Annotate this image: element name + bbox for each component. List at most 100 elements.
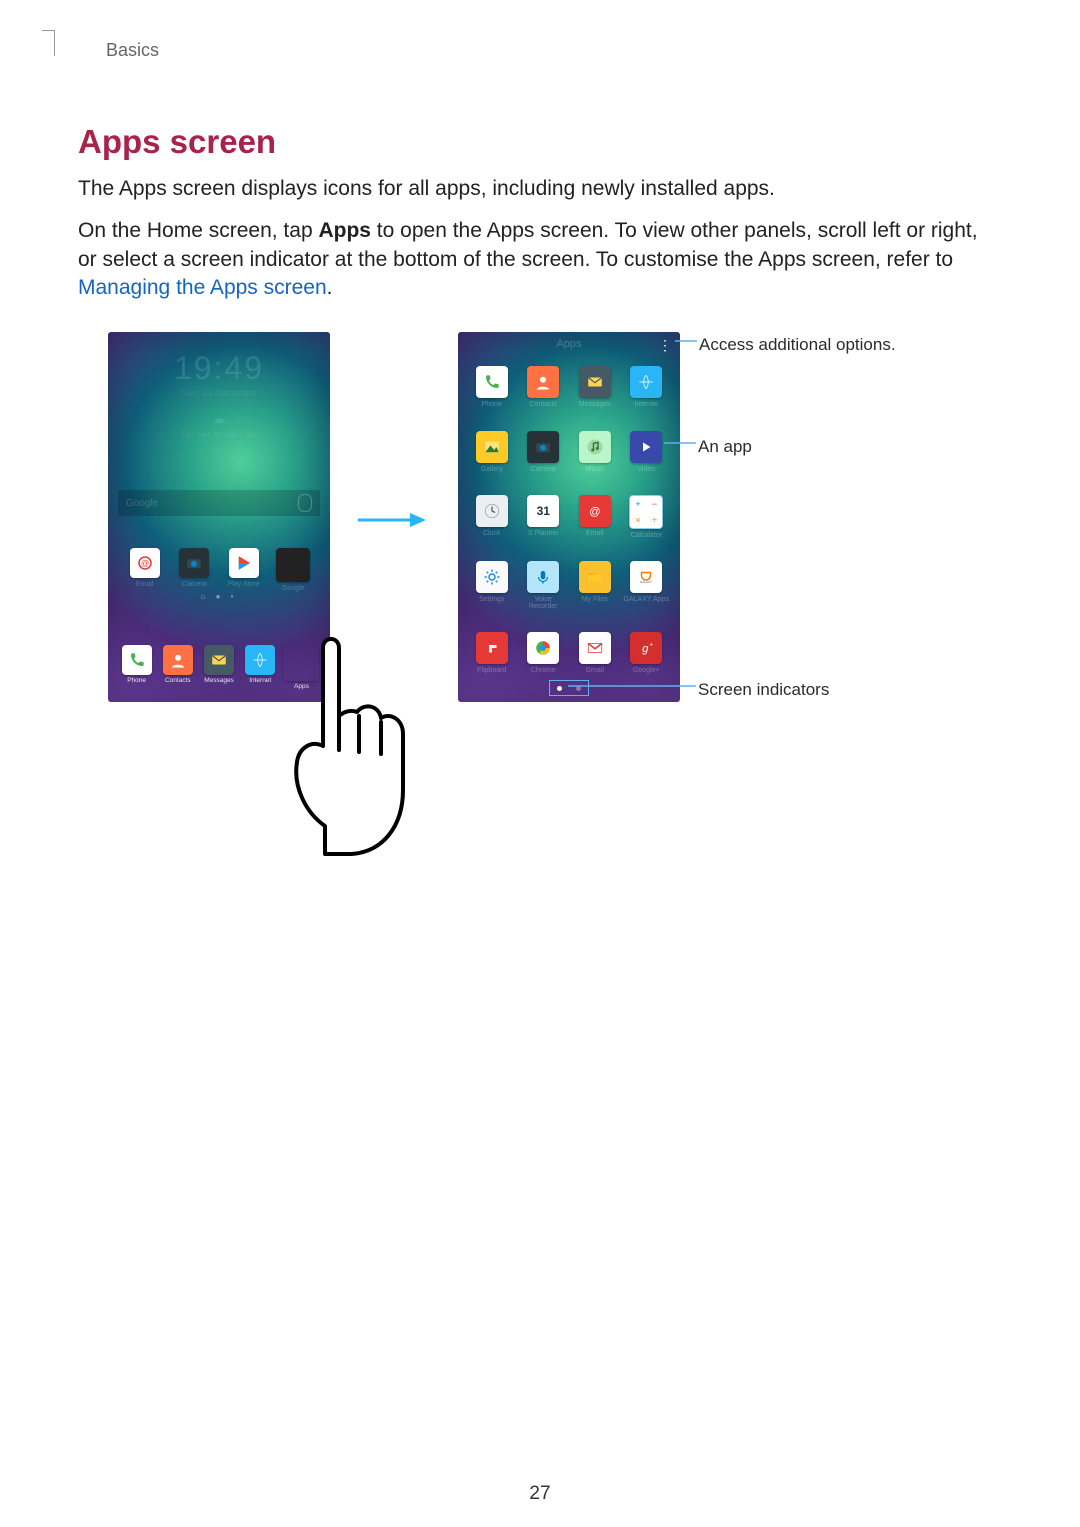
app-play-store[interactable]: Play Store [223, 548, 265, 592]
app-label: My Files [582, 596, 608, 603]
gmail-icon [579, 632, 611, 664]
google-folder-icon [276, 548, 310, 582]
chrome-icon [527, 632, 559, 664]
app-google-plus[interactable]: g+ Google+ [623, 632, 669, 674]
apps-row: Clock 31S Planner @ Email +−×÷ Calculator [466, 495, 672, 539]
app-label: Video [637, 466, 655, 473]
calculator-icon: +−×÷ [629, 495, 663, 529]
app-my-files[interactable]: My Files [572, 561, 618, 610]
app-phone[interactable]: Phone [469, 366, 515, 408]
home-page-indicators[interactable]: ⌂ ● • [108, 592, 330, 601]
app-label: Google+ [633, 667, 660, 674]
indicator-dot [557, 686, 562, 691]
app-camera[interactable]: Camera [520, 431, 566, 473]
app-settings[interactable]: Settings [469, 561, 515, 610]
app-label: Camera [531, 466, 556, 473]
app-calculator[interactable]: +−×÷ Calculator [623, 495, 669, 539]
date-text: Sun, 21 December [108, 388, 330, 398]
gallery-icon [476, 431, 508, 463]
app-label: Email [136, 581, 154, 588]
callout-text: Screen indicators [698, 679, 829, 700]
voice-recorder-icon [527, 561, 559, 593]
internet-icon [245, 645, 275, 675]
app-label: Music [586, 466, 604, 473]
section-heading: Apps screen [78, 123, 1002, 161]
dock-messages[interactable]: Messages [198, 645, 239, 691]
app-email[interactable]: @ Email [572, 495, 618, 539]
app-chrome[interactable]: Chrome [520, 632, 566, 674]
app-google-folder[interactable]: Google [272, 548, 314, 592]
dock-contacts[interactable]: Contacts [157, 645, 198, 691]
callout-additional-options: Access additional options. [675, 334, 975, 355]
app-label: Camera [182, 581, 207, 588]
phone-icon [122, 645, 152, 675]
app-internet[interactable]: Internet [623, 366, 669, 408]
play-store-icon [229, 548, 259, 578]
app-label: Google [282, 585, 305, 592]
svg-text:@: @ [141, 559, 149, 568]
contacts-icon [163, 645, 193, 675]
music-icon [579, 431, 611, 463]
leader-line [568, 679, 698, 693]
internet-icon [630, 366, 662, 398]
app-label: Email [586, 530, 604, 537]
link-managing-apps-screen[interactable]: Managing the Apps screen [78, 276, 327, 299]
email-icon: @ [579, 495, 611, 527]
app-label: Gmail [586, 667, 604, 674]
search-placeholder: Google [126, 498, 298, 509]
messages-icon [579, 366, 611, 398]
app-label: Internet [249, 678, 271, 685]
app-voice-recorder[interactable]: Voice Recorder [520, 561, 566, 610]
app-label: Contacts [529, 401, 557, 408]
leader-line [675, 334, 699, 348]
galaxy-apps-icon: GALAXY [630, 561, 662, 593]
app-gmail[interactable]: Gmail [572, 632, 618, 674]
app-label: Calculator [630, 532, 662, 539]
app-label: Flipboard [477, 667, 506, 674]
app-flipboard[interactable]: Flipboard [469, 632, 515, 674]
dock-phone[interactable]: Phone [116, 645, 157, 691]
video-icon [630, 431, 662, 463]
app-label: S Planner [528, 530, 559, 537]
app-s-planner[interactable]: 31S Planner [520, 495, 566, 539]
app-label: Messages [204, 678, 234, 685]
p2-part-a: On the Home screen, tap [78, 219, 318, 242]
app-label: Play Store [228, 581, 260, 588]
app-email[interactable]: @ Email [124, 548, 166, 592]
app-label: Clock [483, 530, 501, 537]
app-label: Gallery [481, 466, 503, 473]
apps-row: Phone Contacts Messages Internet [466, 366, 672, 408]
app-label: GALAXY Apps [624, 596, 669, 603]
settings-icon [476, 561, 508, 593]
contacts-icon [527, 366, 559, 398]
more-options-icon[interactable]: ⋮ [658, 338, 672, 352]
manual-page: Basics Apps screen The Apps screen displ… [0, 0, 1080, 1527]
app-gallery[interactable]: Gallery [469, 431, 515, 473]
google-plus-icon: g+ [630, 632, 662, 664]
app-label: Voice Recorder [520, 596, 566, 610]
app-messages[interactable]: Messages [572, 366, 618, 408]
figure-area: 19:49 Sun, 21 December ☁ Tap here to add… [78, 332, 1002, 892]
app-video[interactable]: Video [623, 431, 669, 473]
phone-icon [476, 366, 508, 398]
app-camera[interactable]: Camera [173, 548, 215, 592]
google-search-bar[interactable]: Google [118, 490, 320, 516]
header-rule-vert [54, 30, 55, 56]
breadcrumb: Basics [106, 40, 1002, 61]
app-music[interactable]: Music [572, 431, 618, 473]
weather-icon: ☁ [108, 410, 330, 427]
app-label: Phone [127, 678, 146, 685]
apps-row: Gallery Camera Music Video [466, 431, 672, 473]
apps-row: Flipboard Chrome Gmail g+ Google+ [466, 632, 672, 674]
home-row-apps: @ Email Camera Play Store [108, 548, 330, 592]
callout-an-app: An app [664, 436, 884, 457]
callout-text: An app [698, 436, 752, 457]
weather-sub: Tap here to add a city [108, 430, 330, 439]
app-galaxy-apps[interactable]: GALAXY GALAXY Apps [623, 561, 669, 610]
app-label: Messages [579, 401, 611, 408]
app-contacts[interactable]: Contacts [520, 366, 566, 408]
mic-icon[interactable] [298, 494, 312, 512]
paragraph-2: On the Home screen, tap Apps to open the… [78, 217, 1002, 302]
app-clock[interactable]: Clock [469, 495, 515, 539]
apps-grid: Phone Contacts Messages Internet Gallery… [458, 362, 680, 678]
